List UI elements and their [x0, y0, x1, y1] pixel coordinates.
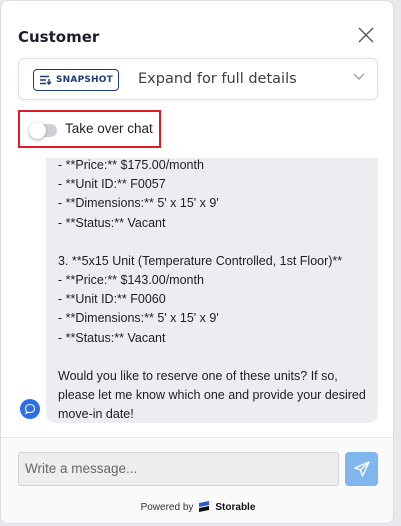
list-icon — [40, 75, 52, 85]
composer-area: Powered by Storable — [1, 437, 393, 523]
panel-header: Customer — [18, 25, 376, 49]
toggle-knob — [29, 122, 46, 139]
message-line: - **Unit ID:** F0057 — [58, 177, 166, 192]
chat-transcript[interactable]: - **Price:** $175.00/month - **Unit ID:*… — [1, 158, 393, 436]
send-button[interactable] — [345, 452, 378, 486]
chevron-down-icon — [353, 73, 365, 80]
snapshot-expander[interactable]: SNAPSHOT Expand for full details — [18, 58, 378, 100]
message-line: - **Status:** Vacant — [58, 215, 166, 230]
message-line: - **Price:** $175.00/month — [58, 158, 204, 172]
powered-by-brand: Storable — [215, 501, 256, 513]
message-line: 3. **5x15 Unit (Temperature Controlled, … — [58, 253, 343, 268]
bot-message-bubble: - **Price:** $175.00/month - **Unit ID:*… — [46, 158, 378, 423]
chat-bubble-icon — [20, 399, 40, 419]
take-over-chat-control: Take over chat — [18, 110, 161, 148]
message-line: - **Status:** Vacant — [58, 330, 166, 345]
message-line: - **Dimensions:** 5' x 15' x 9' — [58, 311, 219, 326]
message-line: - **Price:** $143.00/month — [58, 273, 204, 288]
close-icon[interactable] — [356, 25, 376, 45]
snapshot-expand-label: Expand for full details — [138, 71, 297, 87]
powered-by-label: Powered by — [140, 501, 194, 513]
chat-panel: Customer SNAPSHOT Expand for full detail… — [0, 0, 394, 524]
take-over-toggle[interactable] — [29, 122, 57, 139]
snapshot-badge-label: SNAPSHOT — [56, 75, 113, 85]
message-input[interactable] — [18, 452, 339, 486]
storable-logo-icon — [199, 501, 210, 512]
send-icon — [353, 461, 370, 477]
take-over-label: Take over chat — [65, 121, 153, 136]
powered-by: Powered by Storable — [1, 500, 393, 514]
page-title: Customer — [18, 28, 100, 46]
snapshot-badge: SNAPSHOT — [33, 69, 119, 91]
message-line: - **Dimensions:** 5' x 15' x 9' — [58, 196, 219, 211]
message-paragraph: Would you like to reserve one of these u… — [58, 368, 366, 422]
message-line: - **Unit ID:** F0060 — [58, 292, 166, 307]
